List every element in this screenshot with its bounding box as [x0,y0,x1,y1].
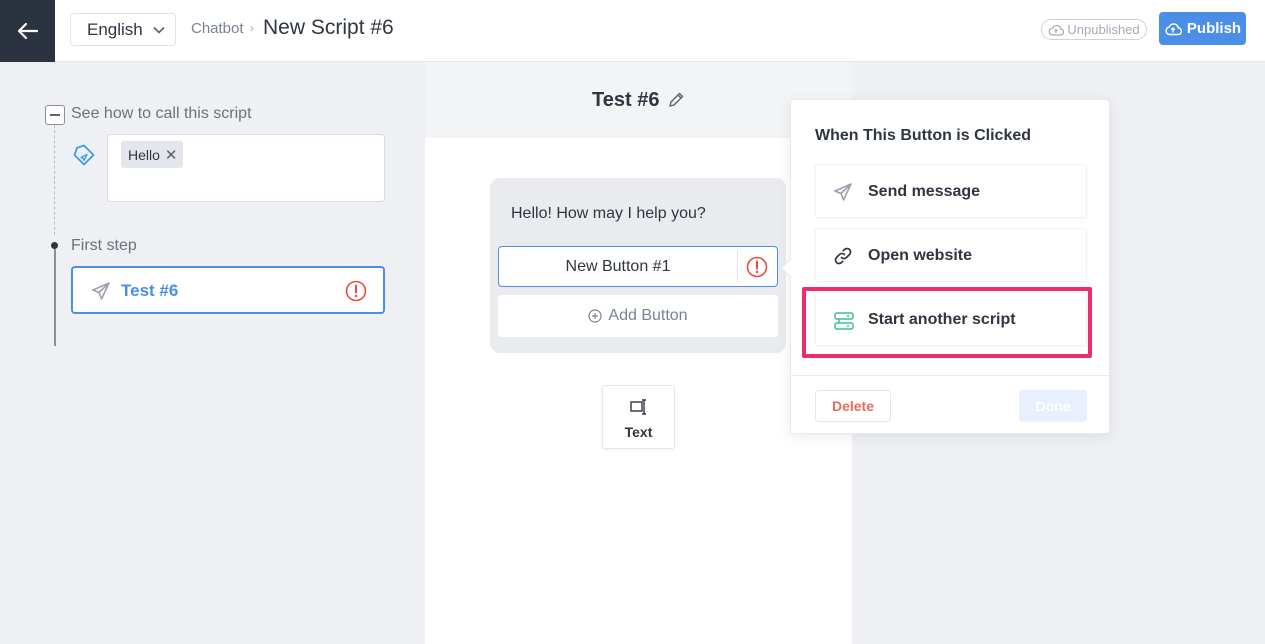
script-canvas: Test #6 Hello! How may I help you? New B… [425,62,852,644]
message-button[interactable]: New Button #1 [498,246,778,287]
option-send-message[interactable]: Send message [815,164,1087,218]
back-button[interactable] [0,0,55,62]
canvas-header: Test #6 [425,62,852,138]
top-bar: English Chatbot › New Script #6 Unpublis… [0,0,1265,62]
script-icon [834,312,854,330]
step-card[interactable]: Test #6 [71,266,385,314]
done-button[interactable]: Done [1019,390,1087,422]
text-block-icon [630,399,646,415]
popover-title: When This Button is Clicked [815,127,1032,144]
page-title: New Script #6 [263,16,394,39]
canvas-title: Test #6 [592,89,660,111]
send-icon [92,282,110,300]
plus-circle-icon [588,309,603,323]
step-name: Test #6 [121,281,179,300]
language-value: English [87,19,143,39]
send-icon [834,183,852,201]
text-block-tool[interactable]: Text [602,385,675,449]
add-button[interactable]: Add Button [498,295,778,337]
pencil-icon[interactable] [667,91,685,109]
link-icon [834,247,852,265]
breadcrumb-chatbot[interactable]: Chatbot [191,20,244,37]
button-action-popover: When This Button is Clicked Send message… [781,99,1110,434]
breadcrumb-separator: › [250,21,254,35]
option-start-another-script[interactable]: Start another script [815,292,1087,346]
status-badge: Unpublished [1041,19,1147,40]
publish-label: Publish [1186,20,1242,37]
add-button-label: Add Button [608,307,688,324]
warning-icon [746,256,768,278]
keyword-chip-label: Hello [128,146,160,163]
first-step-label: First step [71,237,137,254]
cloud-upload-icon [1165,22,1182,35]
collapse-toggle[interactable] [45,105,65,125]
popover-divider [791,375,1109,376]
chevron-down-icon [153,26,165,34]
cloud-icon [1049,24,1065,36]
tree-connector [54,125,55,235]
step-connector [54,249,56,346]
message-button-label: New Button #1 [565,257,671,275]
warning-icon [345,280,367,302]
remove-keyword-icon[interactable]: ✕ [165,146,178,164]
delete-button[interactable]: Delete [815,390,891,422]
option-label: Open website [868,247,973,264]
button-divider [737,251,738,282]
step-dot [51,242,58,249]
language-select[interactable]: English [70,13,176,46]
keyword-input[interactable]: Hello ✕ [107,134,385,202]
publish-button[interactable]: Publish [1159,12,1246,45]
keyword-chip: Hello ✕ [121,141,184,168]
call-script-label: See how to call this script [71,105,252,122]
arrow-left-icon [17,22,38,40]
tag-icon [73,144,95,166]
status-text: Unpublished [1067,22,1140,37]
option-label: Send message [868,183,981,200]
option-open-website[interactable]: Open website [815,228,1087,282]
message-text: Hello! How may I help you? [511,205,706,222]
text-block-label: Text [624,424,653,440]
message-bubble[interactable]: Hello! How may I help you? New Button #1… [490,178,786,353]
option-label: Start another script [868,311,1016,328]
